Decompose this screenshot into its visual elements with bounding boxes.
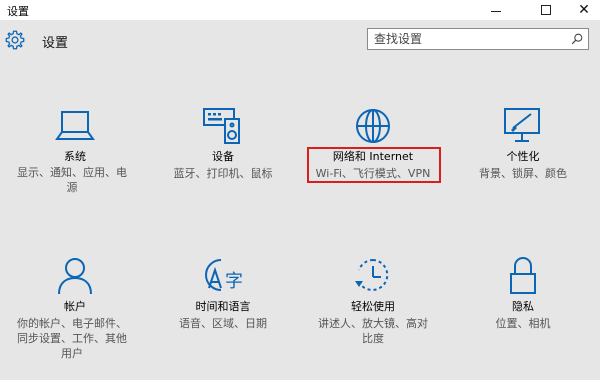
category-label: 轻松使用 [351, 300, 395, 313]
category-label: 网络和 Internet [332, 150, 414, 163]
maximize-button[interactable] [528, 0, 564, 20]
ease-of-access-icon [355, 259, 389, 291]
category-description: 语音、区域、日期 [179, 317, 267, 330]
category-ease-of-access[interactable]: 轻松使用 讲述人、放大镜、高对比度 [298, 256, 448, 346]
category-description: 蓝牙、打印机、鼠标 [173, 167, 273, 180]
category-label: 时间和语言 [195, 300, 251, 313]
category-devices[interactable]: 设备 蓝牙、打印机、鼠标 [148, 106, 298, 181]
minimize-button[interactable] [478, 0, 514, 20]
category-system[interactable]: 系统 显示、通知、应用、电源 [0, 106, 150, 195]
paint-monitor-icon [504, 108, 540, 142]
person-icon [58, 258, 92, 295]
category-description: 你的帐户、电子邮件、同步设置、工作、其他用户 [17, 317, 127, 360]
keyboard-speaker-icon [203, 108, 240, 144]
category-privacy[interactable]: 隐私 位置、相机 [448, 256, 598, 331]
category-network-internet[interactable]: 网络和 Internet Wi-Fi、飞行模式、VPN [298, 106, 448, 181]
category-label: 帐户 [64, 300, 86, 313]
category-description: 位置、相机 [495, 317, 551, 330]
category-accounts[interactable]: 帐户 你的帐户、电子邮件、同步设置、工作、其他用户 [0, 256, 150, 361]
settings-window: 设置 ✕ 设置 系统 显示、通知、应用、电源 [0, 0, 600, 380]
search-icon[interactable] [570, 32, 584, 46]
category-label: 系统 [64, 150, 86, 163]
category-personalization[interactable]: 个性化 背景、锁屏、颜色 [448, 106, 598, 181]
category-label: 个性化 [506, 150, 540, 163]
category-description: 讲述人、放大镜、高对比度 [318, 317, 428, 345]
category-label: 设备 [212, 150, 234, 163]
time-language-icon: 字 [205, 259, 243, 292]
lock-icon [510, 257, 536, 294]
minimize-icon [491, 10, 501, 12]
globe-icon [356, 109, 390, 143]
svg-text:字: 字 [225, 271, 243, 292]
search-box[interactable] [367, 28, 589, 50]
page-title: 设置 [42, 36, 69, 51]
laptop-icon [55, 111, 95, 140]
maximize-icon [541, 5, 551, 15]
window-title: 设置 [7, 5, 29, 18]
category-time-language[interactable]: 字 时间和语言 语音、区域、日期 [148, 256, 298, 331]
category-description: 背景、锁屏、颜色 [479, 167, 567, 180]
search-input[interactable] [374, 29, 564, 49]
category-label: 隐私 [512, 300, 534, 313]
gear-icon [5, 30, 25, 50]
category-description: 显示、通知、应用、电源 [17, 166, 127, 194]
category-description: Wi-Fi、飞行模式、VPN [315, 167, 431, 180]
title-bar[interactable]: 设置 ✕ [0, 0, 600, 20]
close-button[interactable]: ✕ [566, 0, 600, 20]
